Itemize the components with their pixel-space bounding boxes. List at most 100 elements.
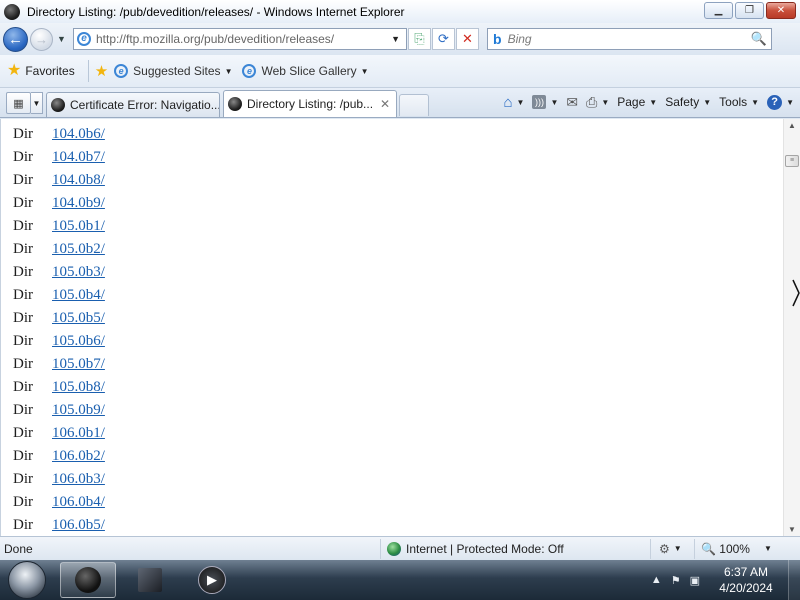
status-text: Done [4, 541, 33, 556]
scroll-down-icon[interactable]: ▼ [788, 525, 796, 534]
entry-type: Dir [13, 195, 33, 211]
tab-row: ▦ ▼ Certificate Error: Navigatio... Dire… [0, 88, 800, 118]
search-icon[interactable]: 🔍 [751, 31, 767, 47]
directory-link[interactable]: 106.0b2/ [52, 448, 105, 465]
quick-tabs-button[interactable]: ▦ [6, 92, 31, 114]
directory-link[interactable]: 106.0b1/ [52, 425, 105, 442]
address-bar[interactable]: e http://ftp.mozilla.org/pub/devedition/… [73, 28, 407, 50]
directory-link[interactable]: 105.0b3/ [52, 264, 105, 281]
directory-link[interactable]: 104.0b7/ [52, 149, 105, 166]
entry-type: Dir [13, 241, 33, 257]
entry-type: Dir [13, 471, 33, 487]
title-bar: Directory Listing: /pub/devedition/relea… [0, 0, 800, 23]
help-button[interactable]: ? ▼ [767, 94, 794, 110]
directory-link[interactable]: 105.0b9/ [52, 402, 105, 419]
directory-link[interactable]: 104.0b6/ [52, 126, 105, 143]
forward-button[interactable]: → [30, 27, 53, 51]
back-button[interactable]: ← [3, 26, 28, 52]
refresh-icon[interactable]: ⟳ [432, 28, 455, 50]
print-button[interactable]: ⎙ ▼ [586, 94, 609, 111]
add-to-favorites-icon[interactable]: ★ [95, 62, 108, 80]
page-menu-label: Page [617, 95, 646, 109]
entry-type: Dir [13, 448, 33, 464]
directory-link[interactable]: 105.0b7/ [52, 356, 105, 373]
entry-type: Dir [13, 172, 33, 188]
action-center-icon[interactable]: ⚑ [671, 574, 681, 587]
favorites-button[interactable]: ★ Favorites [7, 63, 75, 79]
list-item: Dir 104.0b6/ [1, 123, 783, 146]
tools-menu[interactable]: Tools ▼ [719, 95, 759, 109]
taskbar-media-player-button[interactable]: ▶ [184, 562, 240, 598]
web-slice-gallery-link[interactable]: e Web Slice Gallery ▼ [242, 64, 369, 78]
chevron-down-icon: ▼ [751, 97, 760, 107]
directory-link[interactable]: 106.0b3/ [52, 471, 105, 488]
chevron-down-icon: ▼ [224, 66, 233, 76]
show-desktop-button[interactable] [788, 560, 800, 600]
security-zone[interactable]: Internet | Protected Mode: Off [380, 538, 650, 559]
directory-link[interactable]: 105.0b4/ [52, 287, 105, 304]
address-url[interactable]: http://ftp.mozilla.org/pub/devedition/re… [96, 32, 334, 46]
chevron-down-icon: ▼ [516, 97, 525, 107]
scrollbar-thumb[interactable]: ≡ [785, 155, 799, 167]
firefox-icon [228, 97, 242, 111]
directory-link[interactable]: 104.0b8/ [52, 172, 105, 189]
list-item: Dir 106.0b3/ [1, 468, 783, 491]
directory-link[interactable]: 106.0b5/ [52, 517, 105, 534]
read-mail-button[interactable]: ✉ [566, 94, 578, 111]
search-box[interactable]: b Bing 🔍 [487, 28, 772, 50]
page-menu[interactable]: Page ▼ [617, 95, 657, 109]
new-tab-button[interactable] [399, 94, 429, 116]
taskbar-explorer-button[interactable] [122, 562, 178, 598]
list-item: Dir 105.0b2/ [1, 238, 783, 261]
scroll-up-icon[interactable]: ▲ [788, 121, 796, 130]
rss-feed-icon: ))) [532, 95, 547, 109]
list-item: Dir 106.0b1/ [1, 422, 783, 445]
feeds-button[interactable]: ))) ▼ [532, 95, 558, 109]
network-icon[interactable]: ▣ [690, 574, 700, 587]
system-tray: ▲ ⚑ ▣ 6:37 AM 4/20/2024 [651, 560, 800, 600]
close-button[interactable]: ✕ [766, 2, 796, 19]
home-icon: ⌂ [503, 93, 513, 111]
search-input[interactable]: Bing [508, 32, 532, 46]
vertical-scrollbar[interactable]: ▲ ≡ ▼ [783, 119, 800, 536]
taskbar-firefox-button[interactable] [60, 562, 116, 598]
list-item: Dir 105.0b9/ [1, 399, 783, 422]
list-item: Dir 105.0b6/ [1, 330, 783, 353]
safety-menu[interactable]: Safety ▼ [665, 95, 711, 109]
directory-link[interactable]: 106.0b4/ [52, 494, 105, 511]
tab-directory-listing[interactable]: Directory Listing: /pub... ✕ [223, 90, 397, 117]
tab-label: Certificate Error: Navigatio... [70, 98, 220, 112]
suggested-sites-link[interactable]: e Suggested Sites ▼ [114, 64, 232, 78]
list-item: Dir 104.0b8/ [1, 169, 783, 192]
directory-link[interactable]: 104.0b9/ [52, 195, 105, 212]
protected-mode-settings[interactable]: ⚙ ▼ [650, 538, 694, 559]
show-hidden-icons-icon[interactable]: ▲ [651, 574, 662, 586]
entry-type: Dir [13, 356, 33, 372]
close-tab-icon[interactable]: ✕ [380, 97, 390, 111]
mouse-cursor-icon [792, 279, 800, 307]
directory-link[interactable]: 105.0b1/ [52, 218, 105, 235]
recent-pages-dropdown[interactable]: ▼ [57, 34, 69, 44]
directory-link[interactable]: 105.0b2/ [52, 241, 105, 258]
zoom-control[interactable]: 🔍 100% ▼ [694, 538, 772, 559]
maximize-button[interactable]: ❐ [735, 2, 764, 19]
suggested-sites-label: Suggested Sites [133, 64, 221, 78]
list-item: Dir 105.0b3/ [1, 261, 783, 284]
address-dropdown-icon[interactable]: ▼ [391, 34, 400, 44]
chevron-down-icon: ▼ [703, 97, 712, 107]
clock[interactable]: 6:37 AM 4/20/2024 [716, 564, 776, 596]
tools-menu-label: Tools [719, 95, 748, 109]
start-button[interactable] [8, 561, 46, 599]
home-button[interactable]: ⌂ ▼ [503, 94, 524, 111]
compatibility-view-icon[interactable]: ⎘ [408, 28, 431, 50]
settings-icon: ⚙ [659, 541, 670, 556]
directory-link[interactable]: 105.0b6/ [52, 333, 105, 350]
stop-icon[interactable]: ✕ [456, 28, 479, 50]
directory-link[interactable]: 105.0b5/ [52, 310, 105, 327]
tab-certificate-error[interactable]: Certificate Error: Navigatio... [46, 92, 220, 117]
minimize-button[interactable]: ▁ [704, 2, 733, 19]
directory-link[interactable]: 105.0b8/ [52, 379, 105, 396]
favorites-bar: ★ Favorites ★ e Suggested Sites ▼ e Web … [0, 55, 800, 88]
bing-icon: b [493, 31, 502, 47]
tab-list-dropdown[interactable]: ▼ [31, 92, 43, 114]
